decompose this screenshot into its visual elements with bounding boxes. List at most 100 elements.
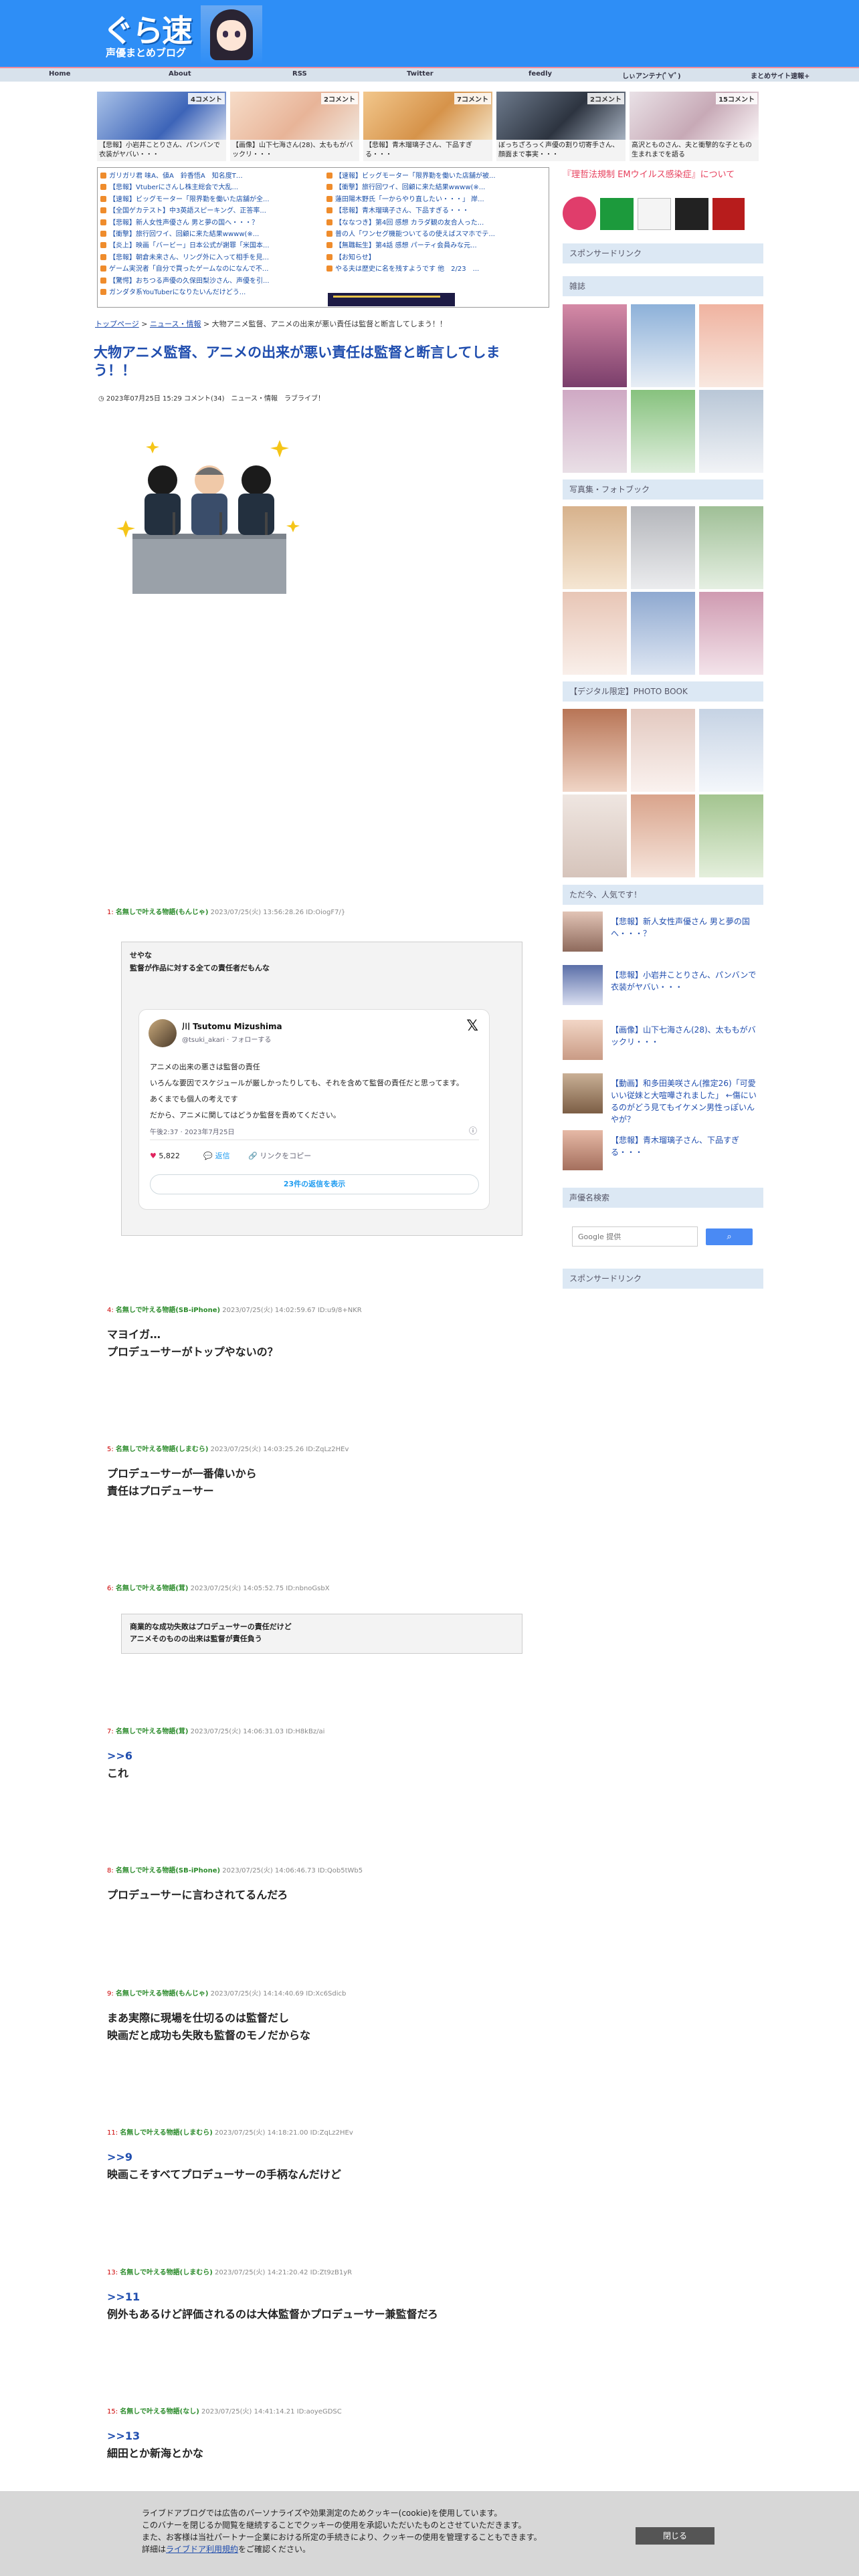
- antenna-link[interactable]: やる夫は歴史に名を残すようです 他 2/23 ...: [326, 263, 547, 275]
- embedded-tweet[interactable]: 川 Tsutomu Mizushima @tsuki_akari · フォローす…: [138, 1009, 490, 1210]
- antenna-link[interactable]: ゲーム実況者「自分で買ったゲームなのになんで不...: [100, 263, 321, 275]
- site-logo[interactable]: ぐら速 声優まとめブログ: [100, 5, 268, 64]
- x-logo-icon[interactable]: 𝕏: [466, 1018, 478, 1035]
- antenna-link[interactable]: 【速報】ビッグモーター「限界勤を働いた店舗が全...: [100, 194, 321, 205]
- antenna-link[interactable]: 【悲報】朝倉未来さん、リング外に入って相手を見...: [100, 252, 321, 263]
- antenna-link[interactable]: 普の人「ワンセグ機能ついてるの使えばスマホでテ...: [326, 229, 547, 240]
- tweet-author[interactable]: 川 Tsutomu Mizushima: [182, 1021, 282, 1032]
- antenna-link[interactable]: 【悲報】青木瑠璃子さん、下品すぎる・・・: [326, 205, 547, 217]
- reply-anchor[interactable]: >>9: [107, 2149, 535, 2166]
- terms-link[interactable]: ライブドア利用規約: [166, 2545, 238, 2554]
- poster-name[interactable]: 名無しで叶える物語(なし): [120, 2408, 199, 2416]
- antenna-link[interactable]: 【無職転生】第4話 感想 パーティ会員みな元...: [326, 240, 547, 251]
- nav-matome[interactable]: まとめサイト速報+: [751, 70, 809, 80]
- antenna-link[interactable]: 【悲報】Vtuberにさんし株主総会で大乱...: [100, 182, 321, 193]
- reply-anchor[interactable]: >>6: [107, 1747, 535, 1765]
- cookie-close-button[interactable]: 閉じる: [636, 2527, 714, 2545]
- nav-antenna[interactable]: しぃアンテナ(ﾟ∀ﾟ): [622, 70, 681, 80]
- magazine-cover[interactable]: [563, 390, 627, 473]
- magazine-cover[interactable]: [563, 304, 627, 387]
- partner-logo[interactable]: [675, 198, 708, 230]
- digital-photobook-cover[interactable]: [563, 709, 627, 792]
- popular-item[interactable]: 【悲報】青木瑠璃子さん、下品すぎる・・・: [563, 1130, 763, 1173]
- antenna-link[interactable]: 【ななつき】第4回 感想 カラダ観の友合人った...: [326, 217, 547, 229]
- reply-icon[interactable]: 💬: [203, 1152, 213, 1160]
- sponsor-heading: スポンサードリンク: [563, 243, 763, 263]
- search-button[interactable]: ⌕: [706, 1228, 753, 1245]
- poster-name[interactable]: 名無しで叶える物語(SB-iPhone): [116, 1307, 220, 1314]
- nav-about[interactable]: About: [169, 70, 191, 78]
- photobook-cover[interactable]: [631, 592, 695, 675]
- popular-item[interactable]: 【画像】山下七海さん(28)、太ももがバックリ・・・: [563, 1020, 763, 1063]
- digital-photobook-cover[interactable]: [699, 794, 763, 877]
- reply-anchor[interactable]: >>11: [107, 2288, 535, 2306]
- digital-photobook-cover[interactable]: [631, 709, 695, 792]
- comment-post: 7: 名無しで叶える物語(茸) 2023/07/25(火) 14:06:31.0…: [107, 1725, 535, 1782]
- antenna-link[interactable]: 【驚愕】おちつる声優の久保田梨沙さん、声優を引...: [100, 276, 321, 287]
- partner-logo[interactable]: [712, 198, 745, 230]
- poster-name[interactable]: 名無しで叶える物語(しまむら): [120, 2269, 213, 2276]
- nav-rss[interactable]: RSS: [292, 70, 307, 78]
- digital-photobook-cover[interactable]: [699, 709, 763, 792]
- comment-post: 9: 名無しで叶える物語(もんじゃ) 2023/07/25(火) 14:14:4…: [107, 1988, 535, 2044]
- poster-name[interactable]: 名無しで叶える物語(SB-iPhone): [116, 1867, 220, 1874]
- comment-body: マヨイガ… プロデューサーがトップやないの？: [107, 1328, 278, 1358]
- breadcrumb-top[interactable]: トップページ: [95, 320, 139, 328]
- antenna-link[interactable]: 【速報】ビッグモーター「限界勤を働いた店舗が被...: [326, 171, 547, 182]
- magazine-cover[interactable]: [631, 390, 695, 473]
- partner-logo[interactable]: [638, 198, 671, 230]
- nav-home[interactable]: Home: [49, 70, 70, 78]
- popular-item[interactable]: 【動画】和多田美咲さん(推定26)「可愛いい従妹と大喧嘩されました」 ←傷にいる…: [563, 1073, 763, 1124]
- photobook-cover[interactable]: [631, 506, 695, 589]
- partner-logo[interactable]: [600, 198, 634, 230]
- link-icon[interactable]: 🔗: [248, 1152, 258, 1160]
- notice-banner[interactable]: 『理哲法規制 ​​EMウイルス感染症』について: [563, 167, 763, 180]
- popular-item[interactable]: 【悲報】小岩井ことりさん、パンバンで衣装がヤバい・・・: [563, 965, 763, 1008]
- nav-twitter[interactable]: Twitter: [407, 70, 434, 78]
- magazine-cover[interactable]: [699, 390, 763, 473]
- magazine-cover[interactable]: [631, 304, 695, 387]
- antenna-link[interactable]: 【全国ゲカテスト】中3英語スピーキング、正答率...: [100, 205, 321, 217]
- cookie-consent-banner: ライブドアブログでは広告のパーソナライズや効果測定のためクッキー(cookie)…: [0, 2491, 859, 2576]
- antenna-link[interactable]: 【衝撃】旅行回ワイ、回顧に来た結果wwww(※...: [100, 229, 321, 240]
- reply-anchor[interactable]: >>13: [107, 2428, 535, 2445]
- poster-name[interactable]: 名無しで叶える物語(もんじゃ): [116, 909, 209, 916]
- partner-logo[interactable]: [563, 197, 596, 230]
- magazine-cover[interactable]: [699, 304, 763, 387]
- photobook-cover[interactable]: [699, 506, 763, 589]
- search-input[interactable]: [572, 1226, 698, 1247]
- poster-name[interactable]: 名無しで叶える物語(しまむら): [116, 1446, 209, 1453]
- poster-name[interactable]: 名無しで叶える物語(もんじゃ): [116, 1990, 209, 1998]
- popular-item[interactable]: 【悲報】新人女性声優さん 男と夢の国へ・・・？: [563, 911, 763, 954]
- antenna-link[interactable]: 【衝撃】旅行回ワイ、回顧に来た結果wwww(※...: [326, 182, 547, 193]
- antenna-link[interactable]: ガンダタ系YouTuberになりたいんだけどう...: [100, 287, 321, 298]
- poster-name[interactable]: 名無しで叶える物語(茸): [116, 1585, 189, 1592]
- quote-box: せやな 監督が作品に対する全ての責任者だもんな 川 Tsutomu Mizushi…: [121, 942, 522, 1236]
- featured-card[interactable]: 4コメント 【悲報】小岩井ことりさん、パンバンで衣装がヤバい・・・: [97, 92, 226, 161]
- antenna-link[interactable]: 【お知らせ】: [326, 252, 547, 263]
- tweet-time[interactable]: 午後2:37 · 2023年7月25日: [150, 1126, 235, 1136]
- antenna-link[interactable]: 【炎上】映画「バービー」日本公式が謝罪「米国本...: [100, 240, 321, 251]
- digital-photobook-cover[interactable]: [563, 794, 627, 877]
- info-icon[interactable]: ⓘ: [469, 1125, 477, 1136]
- tweet-handle[interactable]: @tsuki_akari · フォローする: [182, 1034, 271, 1044]
- featured-card[interactable]: 2コメント 【画像】山下七海さん(28)、太ももがバックリ・・・: [230, 92, 359, 161]
- poster-name[interactable]: 名無しで叶える物語(茸): [116, 1728, 189, 1735]
- poster-name[interactable]: 名無しで叶える物語(しまむら): [120, 2129, 213, 2137]
- show-replies-button[interactable]: 23件の返信を表示: [150, 1174, 479, 1194]
- tweet-avatar[interactable]: [149, 1019, 177, 1047]
- antenna-banner[interactable]: [328, 293, 455, 306]
- breadcrumb-category[interactable]: ニュース・情報: [150, 320, 201, 328]
- featured-card[interactable]: 15コメント 高沢とものさん、夫と衝撃的な子ともの生まれまでを語る: [630, 92, 759, 161]
- antenna-link[interactable]: 蓮田陽木野氏「一からやり直したい・・・」 岸...: [326, 194, 547, 205]
- featured-card[interactable]: 2コメント ぼっちざろっく声優の割り切寄手さん、顔面まで事実・・・: [496, 92, 626, 161]
- photobook-cover[interactable]: [699, 592, 763, 675]
- nav-feedly[interactable]: feedly: [529, 70, 552, 78]
- heart-icon[interactable]: ♥: [150, 1152, 157, 1160]
- antenna-link[interactable]: 【悲報】新人女性声優さん 男と夢の国へ・・・？: [100, 217, 321, 229]
- photobook-cover[interactable]: [563, 506, 627, 589]
- photobook-cover[interactable]: [563, 592, 627, 675]
- featured-card[interactable]: 7コメント 【悲報】青木瑠璃子さん、下品すぎる・・・: [363, 92, 492, 161]
- digital-photobook-cover[interactable]: [631, 794, 695, 877]
- antenna-link[interactable]: ガリガリ君 味A、値A 鈴香悟A 知名度T…: [100, 171, 321, 182]
